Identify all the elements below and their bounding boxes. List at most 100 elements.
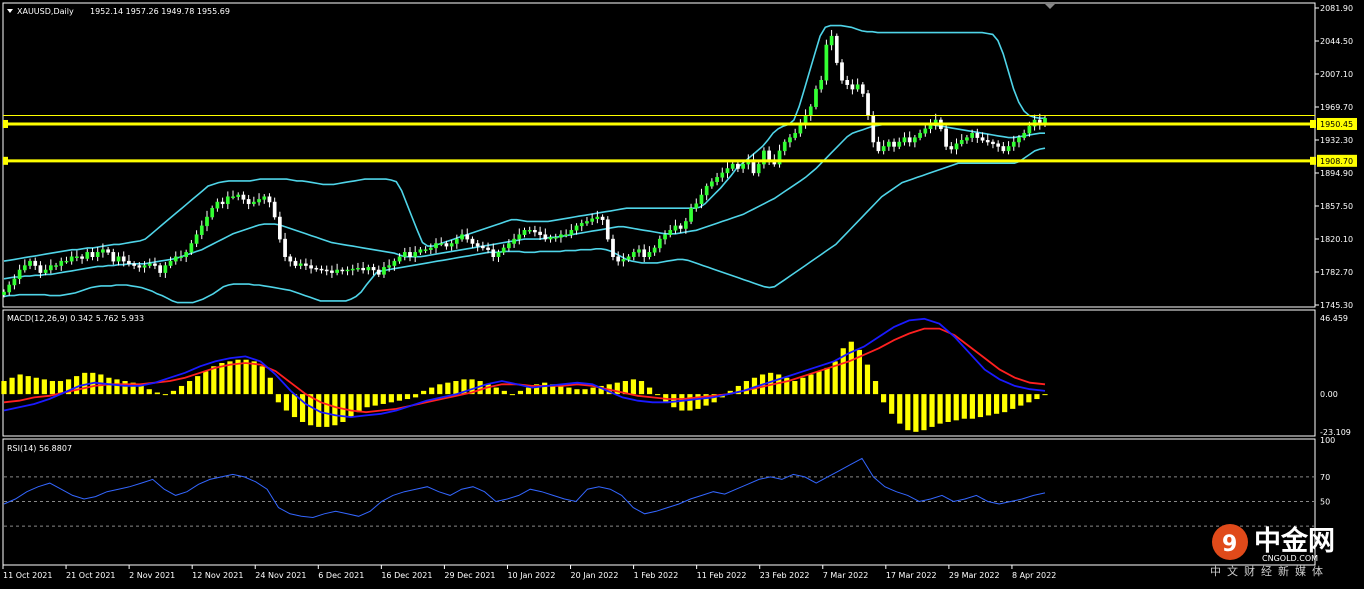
candle-body (647, 252, 652, 257)
candle-body (756, 163, 761, 174)
macd-series-layer (1, 317, 1048, 432)
candle-body (725, 168, 730, 174)
candle-body (538, 231, 542, 235)
candle-body (887, 141, 891, 147)
candle-body (970, 132, 974, 138)
candle-body (621, 259, 626, 262)
candle-body (574, 225, 579, 231)
macd-tick-label: 0.00 (1320, 390, 1338, 399)
macd-histogram-bar (574, 389, 580, 395)
candle-body (819, 80, 824, 90)
candle-body (829, 35, 834, 46)
candle-body (720, 172, 725, 178)
price-tick-label: 1969.70 (1320, 103, 1353, 112)
candle-body (694, 203, 699, 209)
candle-body (28, 260, 32, 266)
candle-body (616, 256, 621, 262)
macd-histogram-bar (178, 385, 185, 395)
candle-body (897, 141, 902, 147)
macd-histogram-bar (1042, 394, 1048, 396)
macd-histogram-bar (412, 394, 419, 398)
price-tick-label: 1932.30 (1320, 136, 1353, 145)
candle-body (434, 243, 438, 249)
candle-body (834, 35, 839, 63)
candle-body (1022, 132, 1027, 138)
candle-body (595, 216, 600, 220)
macd-histogram-bar (122, 381, 128, 395)
macd-histogram-bar (953, 394, 959, 421)
price-chart: 1950.45 1908.70 2081.90 2044.50 2007.10 1969… (1, 2, 1357, 580)
macd-histogram-bar (41, 379, 47, 395)
macd-histogram-bar (437, 384, 443, 395)
candle-body (1027, 125, 1032, 134)
macd-histogram-bar (969, 394, 975, 419)
candle-body (985, 140, 990, 143)
candle-body (319, 268, 324, 271)
candle-body (397, 256, 402, 262)
candle-body (220, 201, 225, 205)
candle-body (517, 234, 522, 240)
date-tick-label: 11 Oct 2021 (3, 571, 52, 580)
date-tick-label: 2 Nov 2021 (129, 571, 175, 580)
candle-body (949, 146, 954, 150)
candle-body (564, 234, 568, 236)
candle-body (225, 196, 230, 205)
candle-body (402, 252, 407, 257)
horizontal-levels-layer: 1950.45 1908.70 (3, 115, 1357, 167)
macd-histogram-bar (889, 394, 895, 414)
candle-body (428, 247, 433, 250)
macd-histogram-bar (372, 394, 378, 406)
macd-histogram-bar (945, 394, 951, 422)
date-tick-label: 10 Jan 2022 (507, 571, 555, 580)
candle-body (944, 128, 948, 147)
candle-body (335, 269, 339, 273)
candle-body (413, 252, 418, 257)
candle-body (215, 201, 220, 209)
scroll-marker-icon[interactable] (1045, 4, 1055, 9)
macd-histogram-bar (1002, 394, 1008, 413)
macd-histogram-bar (816, 371, 822, 395)
candle-body (767, 150, 771, 160)
price-tick-label: 1782.70 (1320, 268, 1353, 277)
candle-body (657, 238, 662, 249)
candle-body (101, 249, 105, 253)
macd-histogram-bar (299, 394, 306, 422)
rsi-tick-label: 100 (1320, 436, 1335, 445)
macd-histogram-bar (743, 381, 750, 395)
macd-histogram-bar (9, 377, 15, 395)
candle-body (793, 132, 798, 138)
macd-histogram-bar (146, 389, 152, 395)
macd-signal-line (3, 327, 1046, 414)
candle-body (642, 249, 647, 257)
macd-histogram-bar (905, 394, 911, 431)
macd-histogram-bar (1026, 394, 1032, 403)
price-series-layer (2, 24, 1047, 304)
candle-body (43, 269, 48, 273)
macd-histogram-bar (655, 394, 661, 396)
level-marker (3, 156, 8, 165)
candle-body (866, 93, 870, 116)
date-tick-label: 20 Jan 2022 (571, 571, 619, 580)
candle-body (996, 143, 1001, 147)
candle-body (179, 256, 183, 258)
watermark-cn: 中金网 (1254, 525, 1335, 557)
macd-histogram-bar (332, 394, 338, 426)
macd-histogram-bar (921, 394, 927, 431)
candle-body (137, 265, 142, 268)
rsi-series-layer (3, 457, 1314, 527)
date-tick-label: 6 Dec 2021 (318, 571, 364, 580)
candle-body (470, 238, 475, 244)
candle-body (262, 196, 267, 200)
price-tick-label: 1745.30 (1320, 301, 1353, 310)
candle-body (314, 267, 319, 270)
candle-body (486, 247, 490, 250)
macd-histogram-bar (283, 394, 290, 411)
level-price-label: 1950.45 (1320, 120, 1353, 129)
macd-histogram-bar (170, 390, 177, 395)
candle-body (371, 267, 376, 271)
macd-histogram-bar (1018, 394, 1024, 406)
candle-body (1017, 137, 1021, 143)
candle-body (850, 84, 855, 90)
candle-body (132, 263, 136, 266)
collapse-triangle-icon[interactable] (7, 9, 13, 13)
